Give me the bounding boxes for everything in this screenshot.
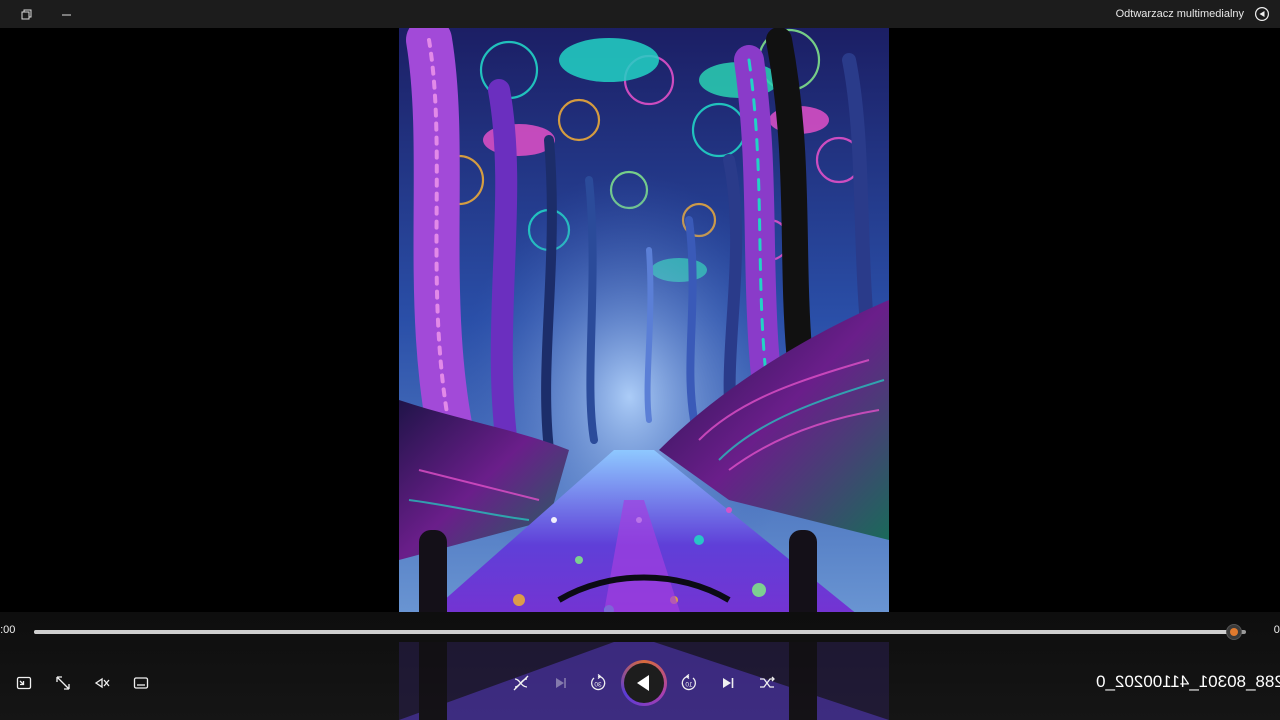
minimize-button[interactable] [46, 0, 86, 28]
next-icon [723, 678, 734, 688]
full-screen-icon [56, 676, 70, 690]
skip-back-30-icon: 30 [591, 674, 606, 691]
next-button[interactable] [715, 670, 741, 696]
skip-forward-10-button[interactable]: 10 [676, 670, 702, 696]
title-bar: Odtwarzacz multimedialny [0, 0, 1280, 28]
repeat-icon [760, 676, 775, 688]
full-screen-button[interactable] [50, 670, 76, 696]
seek-bar[interactable] [34, 630, 1246, 634]
shuffle-icon [513, 675, 529, 691]
speed-icon [94, 677, 110, 689]
skip-back-30-button[interactable]: 30 [585, 670, 611, 696]
speed-button[interactable] [89, 670, 115, 696]
time-elapsed: 0:00 [0, 624, 16, 636]
mini-player-icon [16, 676, 32, 690]
window-title: Odtwarzacz multimedialny [1115, 8, 1244, 20]
skip-forward-10-icon: 10 [681, 674, 696, 691]
time-total: 00 [1273, 624, 1280, 636]
subtitles-icon [133, 677, 149, 689]
shuffle-button[interactable] [508, 670, 534, 696]
seek-thumb[interactable] [1225, 624, 1242, 640]
play-button[interactable] [621, 660, 667, 706]
previous-button[interactable] [547, 670, 573, 696]
restore-window-button[interactable] [6, 0, 46, 28]
minimize-icon [61, 14, 71, 15]
media-player-icon [1255, 7, 1269, 21]
play-icon [637, 675, 649, 691]
player-controls: 0:00 00 [0, 612, 1280, 720]
video-image [399, 28, 889, 620]
mini-player-button[interactable] [11, 670, 37, 696]
subtitles-button[interactable] [128, 670, 154, 696]
seek-fill [34, 630, 1234, 634]
media-filename: 288_80301_41100202_0 [1096, 672, 1280, 691]
video-frame[interactable] [399, 28, 889, 620]
restore-window-icon [21, 9, 31, 19]
skip-forward-10-label: 10 [685, 682, 693, 689]
video-stage[interactable] [0, 28, 1280, 620]
skip-back-30-label: 30 [594, 682, 602, 689]
previous-icon [556, 678, 566, 688]
repeat-button[interactable] [754, 670, 780, 696]
